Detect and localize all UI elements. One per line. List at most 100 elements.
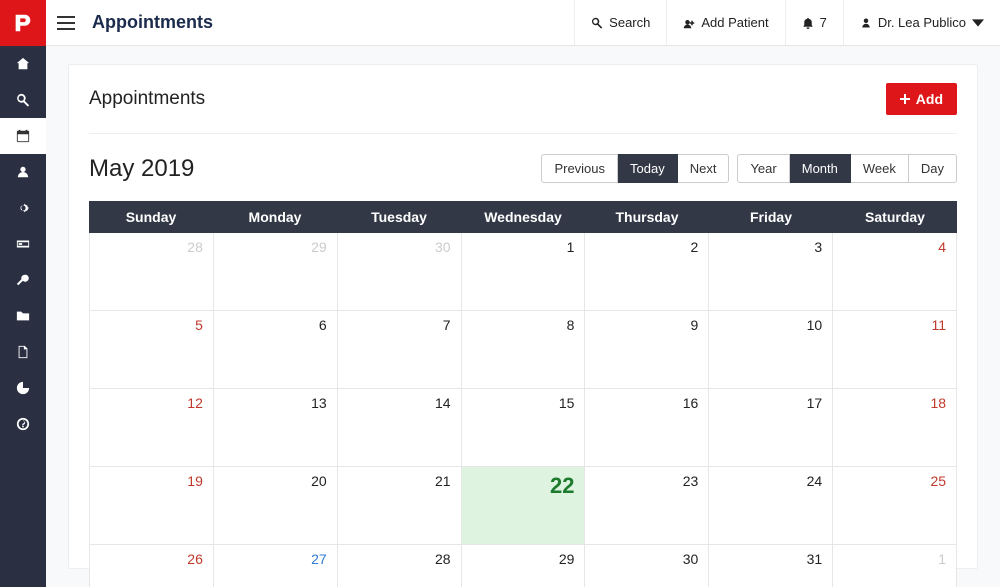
- day-header: Sunday: [89, 201, 213, 233]
- calendar-day-cell[interactable]: 14: [338, 389, 462, 467]
- day-number: 16: [683, 395, 699, 411]
- calendar-day-cell[interactable]: 29: [462, 545, 586, 587]
- calendar-day-cell[interactable]: 27: [214, 545, 338, 587]
- calendar-day-cell[interactable]: 12: [89, 389, 214, 467]
- calendar-day-cell[interactable]: 28: [89, 233, 214, 311]
- hamburger-icon: [57, 16, 75, 30]
- day-number: 14: [435, 395, 451, 411]
- calendar-day-cell[interactable]: 28: [338, 545, 462, 587]
- notifications-button[interactable]: 7: [785, 0, 843, 45]
- sidebar-item-patients[interactable]: [0, 154, 46, 190]
- day-header: Thursday: [585, 201, 709, 233]
- day-number: 22: [550, 473, 574, 499]
- user-menu-button[interactable]: Dr. Lea Publico: [843, 0, 1000, 45]
- topbar: Appointments Search Add Patient 7 Dr. Le…: [46, 0, 1000, 46]
- calendar-day-cell[interactable]: 29: [214, 233, 338, 311]
- calendar-day-cell[interactable]: 6: [214, 311, 338, 389]
- day-number: 13: [311, 395, 327, 411]
- year-view-button[interactable]: Year: [737, 154, 789, 183]
- add-button[interactable]: Add: [886, 83, 957, 115]
- day-header: Tuesday: [337, 201, 461, 233]
- plus-icon: [900, 94, 910, 104]
- calendar-day-cell[interactable]: 11: [833, 311, 957, 389]
- day-number: 6: [319, 317, 327, 333]
- calendar-day-cell[interactable]: 4: [833, 233, 957, 311]
- day-number: 9: [691, 317, 699, 333]
- previous-button[interactable]: Previous: [541, 154, 618, 183]
- calendar-day-cell[interactable]: 30: [338, 233, 462, 311]
- sidebar-item-reports[interactable]: [0, 370, 46, 406]
- menu-toggle-button[interactable]: [46, 16, 86, 30]
- day-number: 4: [938, 239, 946, 255]
- card-title: Appointments: [89, 88, 205, 110]
- month-view-button[interactable]: Month: [790, 154, 851, 183]
- day-number: 26: [187, 551, 203, 567]
- user-name: Dr. Lea Publico: [878, 15, 966, 30]
- calendar-day-cell[interactable]: 2: [585, 233, 709, 311]
- next-button[interactable]: Next: [678, 154, 730, 183]
- calendar-day-cell[interactable]: 20: [214, 467, 338, 545]
- calendar-day-cell[interactable]: 16: [585, 389, 709, 467]
- week-view-button[interactable]: Week: [851, 154, 909, 183]
- calendar-day-cell[interactable]: 3: [709, 233, 833, 311]
- sidebar-item-files[interactable]: [0, 298, 46, 334]
- day-number: 11: [931, 317, 946, 333]
- sidebar: [0, 0, 46, 587]
- bell-icon: [802, 17, 814, 29]
- day-number: 17: [807, 395, 823, 411]
- add-patient-button[interactable]: Add Patient: [666, 0, 784, 45]
- logo[interactable]: [0, 0, 46, 46]
- sidebar-item-tools[interactable]: [0, 262, 46, 298]
- calendar-day-cell[interactable]: 9: [585, 311, 709, 389]
- calendar-day-cell[interactable]: 10: [709, 311, 833, 389]
- calendar-day-cell[interactable]: 23: [585, 467, 709, 545]
- calendar-day-cell[interactable]: 31: [709, 545, 833, 587]
- calendar-day-cell[interactable]: 13: [214, 389, 338, 467]
- calendar-day-cell[interactable]: 1: [462, 233, 586, 311]
- calendar: SundayMondayTuesdayWednesdayThursdayFrid…: [89, 201, 957, 587]
- day-number: 24: [807, 473, 823, 489]
- calendar-day-cell[interactable]: 18: [833, 389, 957, 467]
- day-number: 27: [311, 551, 327, 567]
- nav-button-group: Previous Today Next: [541, 154, 729, 183]
- search-button[interactable]: Search: [574, 0, 666, 45]
- calendar-day-cell[interactable]: 5: [89, 311, 214, 389]
- day-view-button[interactable]: Day: [909, 154, 957, 183]
- sidebar-item-help[interactable]: [0, 406, 46, 442]
- sidebar-item-documents[interactable]: [0, 334, 46, 370]
- page-title: Appointments: [86, 12, 213, 33]
- calendar-day-cell[interactable]: 22: [462, 467, 586, 545]
- calendar-row: 5 678 9 10 11: [89, 311, 957, 389]
- calendar-day-cell[interactable]: 25: [833, 467, 957, 545]
- calendar-header: SundayMondayTuesdayWednesdayThursdayFrid…: [89, 201, 957, 233]
- day-number: 29: [559, 551, 575, 567]
- sidebar-item-home[interactable]: [0, 46, 46, 82]
- day-number: 28: [187, 239, 203, 255]
- calendar-day-cell[interactable]: 19: [89, 467, 214, 545]
- sidebar-item-billing[interactable]: [0, 226, 46, 262]
- calendar-title: May 2019: [89, 155, 194, 183]
- calendar-day-cell[interactable]: 26: [89, 545, 214, 587]
- calendar-day-cell[interactable]: 7: [338, 311, 462, 389]
- calendar-day-cell[interactable]: 8: [462, 311, 586, 389]
- sidebar-item-appointments[interactable]: [0, 118, 46, 154]
- calendar-row: 28 29301 23 4: [89, 233, 957, 311]
- calendar-day-cell[interactable]: 30: [585, 545, 709, 587]
- day-header: Friday: [709, 201, 833, 233]
- calendar-day-cell[interactable]: 1: [833, 545, 957, 587]
- calendar-day-cell[interactable]: 17: [709, 389, 833, 467]
- topbar-actions: Search Add Patient 7 Dr. Lea Publico: [574, 0, 1000, 45]
- view-button-group: Year Month Week Day: [737, 154, 957, 183]
- sidebar-item-search[interactable]: [0, 82, 46, 118]
- search-icon: [591, 17, 603, 29]
- notification-count: 7: [820, 15, 827, 30]
- day-number: 19: [187, 473, 203, 489]
- day-header: Monday: [213, 201, 337, 233]
- today-button[interactable]: Today: [618, 154, 678, 183]
- day-number: 2: [691, 239, 699, 255]
- calendar-day-cell[interactable]: 24: [709, 467, 833, 545]
- day-number: 18: [930, 395, 946, 411]
- calendar-day-cell[interactable]: 15: [462, 389, 586, 467]
- calendar-day-cell[interactable]: 21: [338, 467, 462, 545]
- sidebar-item-settings[interactable]: [0, 190, 46, 226]
